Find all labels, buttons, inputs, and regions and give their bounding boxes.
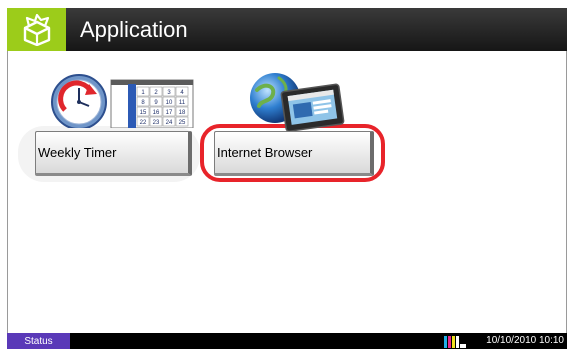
toner-level-icon [444,335,466,353]
status-button[interactable]: Status [7,333,70,349]
calendar-number: 25 [179,120,186,126]
calendar-number: 15 [140,110,147,116]
calendar-number: 10 [166,100,173,106]
application-logo-icon [7,8,66,51]
calendar-number: 23 [153,120,160,126]
internet-browser-button[interactable]: Internet Browser [214,131,374,176]
calendar-number: 22 [140,120,147,126]
date-time: 10/10/2010 10:10 [486,335,564,346]
calendar-number: 16 [153,110,160,116]
calendar-number: 17 [166,110,173,116]
weekly-timer-button[interactable]: Weekly Timer [35,131,192,176]
internet-browser-label: Internet Browser [217,145,313,160]
weekly-timer-label: Weekly Timer [38,145,117,160]
page-title: Application [80,17,188,42]
calendar-number: 11 [179,100,186,106]
header-bar: Application [7,8,567,51]
weekly-timer-icon[interactable]: 1 2 3 4 8 9 10 11 15 16 17 18 22 23 24 2… [45,70,195,133]
calendar-number: 24 [166,120,173,126]
calendar-number: 18 [179,110,186,116]
internet-browser-icon[interactable] [245,72,345,139]
status-bar: Status 10/10/2010 10:10 [7,333,567,349]
